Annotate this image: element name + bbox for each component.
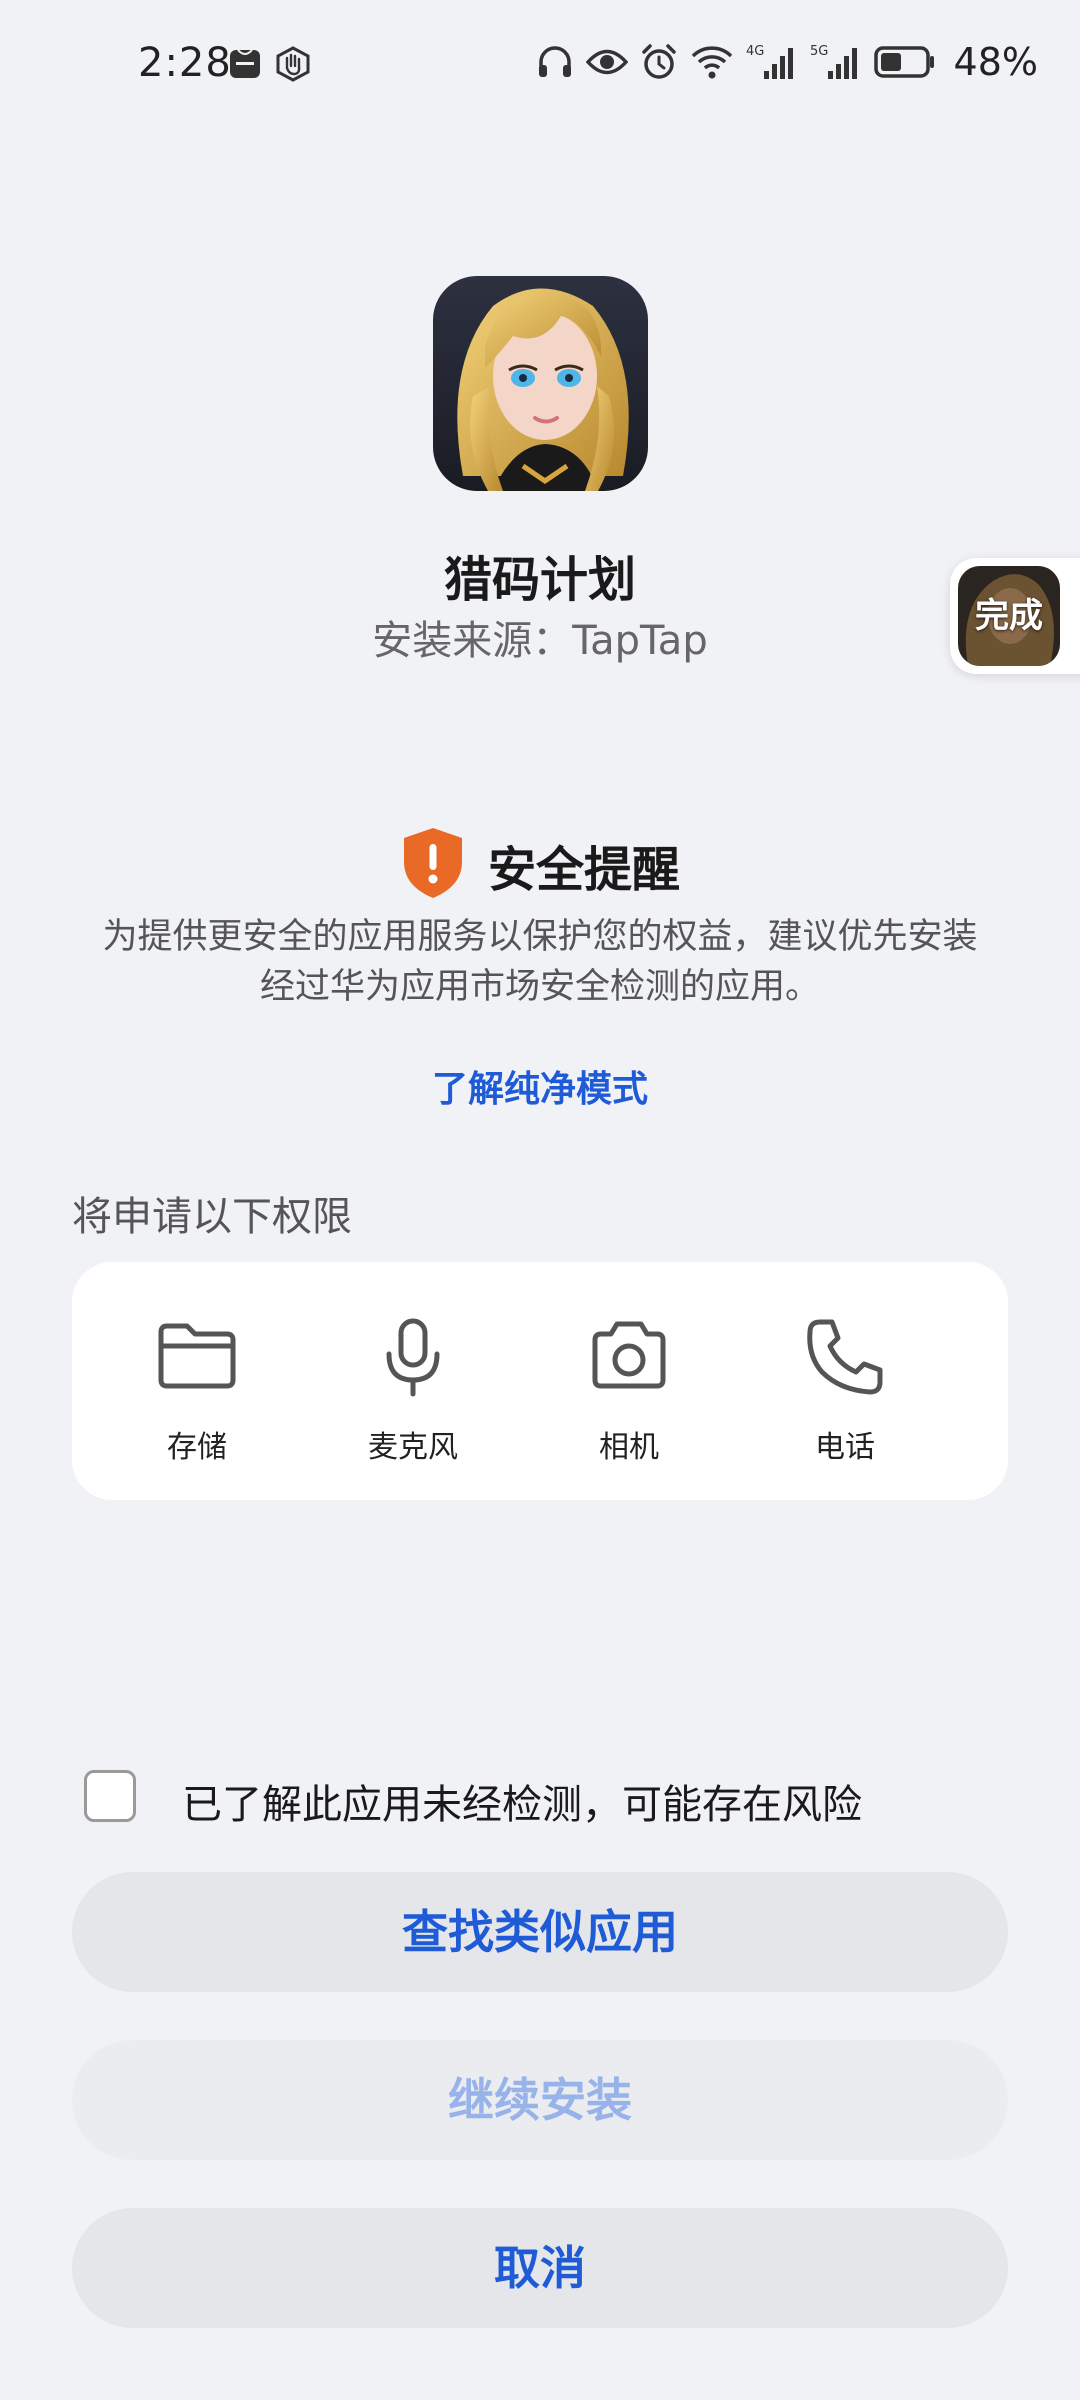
status-bar: 2:28 4G 5G 48%	[0, 0, 1080, 130]
warning-shield-icon	[400, 826, 466, 904]
folder-icon	[158, 1323, 236, 1389]
battery-percent: 48%	[953, 40, 1038, 84]
permission-phone: 电话	[755, 1262, 935, 1500]
permission-label: 存储	[167, 1430, 227, 1465]
hand-gesture-icon	[274, 46, 312, 86]
continue-install-button[interactable]: 继续安装	[72, 2040, 1008, 2160]
huawei-badge-icon	[228, 46, 262, 86]
signal-5g-icon: 5G	[810, 43, 862, 81]
permission-storage: 存储	[107, 1262, 287, 1500]
alarm-icon	[640, 43, 678, 81]
permission-camera: 相机	[539, 1262, 719, 1500]
pure-mode-link[interactable]: 了解纯净模式	[0, 1060, 1080, 1112]
install-source: 安装来源：TapTap	[372, 618, 708, 664]
security-body: 为提供更安全的应用服务以保护您的权益，建议优先安装 经过华为应用市场安全检测的应…	[60, 912, 1020, 1012]
app-icon	[433, 276, 648, 491]
floating-done-label: 完成	[975, 596, 1043, 636]
headphones-icon	[536, 43, 574, 81]
status-right-icons: 4G 5G 48%	[536, 40, 1038, 84]
app-name: 猎码计划	[443, 552, 636, 608]
permission-label: 麦克风	[368, 1430, 458, 1465]
signal-4g-icon: 4G	[746, 43, 798, 81]
find-similar-apps-button[interactable]: 查找类似应用	[72, 1872, 1008, 1992]
svg-text:5G: 5G	[810, 44, 828, 59]
floating-done-thumbnail: 完成	[958, 566, 1060, 666]
security-title: 安全提醒	[487, 842, 680, 898]
floating-done-button[interactable]: 完成	[950, 558, 1080, 674]
camera-icon	[592, 1321, 666, 1389]
phone-icon	[807, 1319, 883, 1395]
permissions-card: 存储 麦克风 相机 电话	[72, 1262, 1008, 1500]
svg-text:4G: 4G	[746, 44, 764, 59]
microphone-icon	[386, 1318, 440, 1397]
security-body-line2: 经过华为应用市场安全检测的应用。	[259, 967, 820, 1007]
permission-microphone: 麦克风	[323, 1262, 503, 1500]
security-title-row: 安全提醒	[0, 826, 1080, 904]
status-time: 2:28	[138, 40, 232, 86]
acknowledge-checkbox[interactable]	[84, 1770, 136, 1822]
eye-comfort-icon	[585, 45, 628, 79]
permissions-heading: 将申请以下权限	[72, 1194, 352, 1240]
wifi-icon	[690, 44, 734, 80]
battery-icon	[873, 45, 936, 79]
permission-label: 电话	[815, 1430, 875, 1465]
cancel-button[interactable]: 取消	[72, 2208, 1008, 2328]
status-left-icons	[228, 46, 312, 86]
security-body-line1: 为提供更安全的应用服务以保护您的权益，建议优先安装	[102, 917, 978, 957]
permission-label: 相机	[599, 1430, 659, 1465]
acknowledge-row[interactable]: 已了解此应用未经检测，可能存在风险	[84, 1770, 1004, 1830]
acknowledge-text: 已了解此应用未经检测，可能存在风险	[182, 1782, 862, 1828]
